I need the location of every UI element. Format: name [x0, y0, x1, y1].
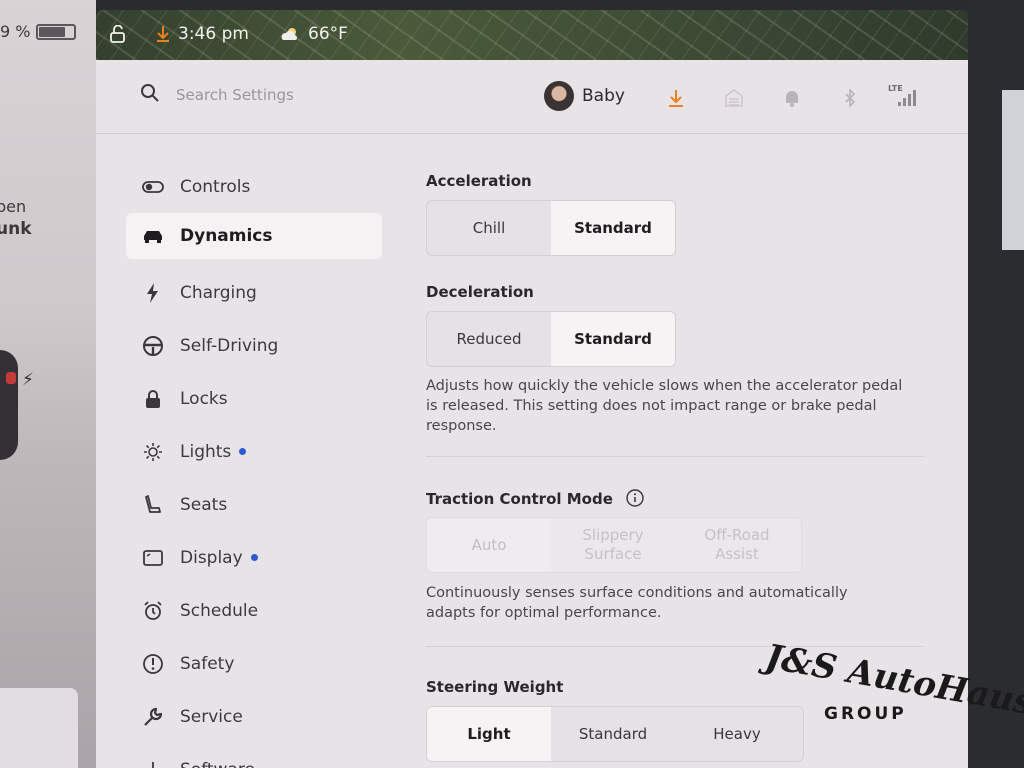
settings-header: Baby LTE	[96, 60, 968, 134]
notification-dot	[250, 554, 258, 561]
sidebar-item-label: Schedule	[180, 600, 259, 621]
search-input[interactable]	[176, 82, 416, 108]
sidebar-item-dynamics[interactable]: Dynamics	[126, 213, 382, 259]
sidebar-item-label: Display	[180, 547, 243, 568]
status-bar: 3:46 pm 66°F	[96, 10, 968, 60]
status-time-group: 3:46 pm	[156, 24, 249, 44]
sidebar-item-lights[interactable]: Lights	[126, 425, 382, 478]
sidebar-item-label: Service	[180, 706, 243, 727]
car-status-panel: 9 % pen unk ⚡︎	[0, 0, 96, 768]
deceleration-title: Deceleration	[426, 283, 534, 301]
sidebar-item-locks[interactable]: Locks	[126, 372, 382, 425]
car-image	[0, 350, 18, 460]
sidebar-item-label: Seats	[180, 494, 228, 515]
window-reflection	[1002, 90, 1024, 250]
car-icon	[144, 231, 162, 243]
alert-circle-icon	[143, 653, 163, 674]
display-icon	[143, 549, 163, 566]
sidebar-item-charging[interactable]: Charging	[126, 266, 382, 319]
sidebar-item-software[interactable]: Software	[126, 743, 382, 768]
search-icon	[141, 84, 159, 102]
weather-group[interactable]: 66°F	[280, 24, 348, 44]
sidebar-item-seats[interactable]: Seats	[126, 478, 382, 531]
sidebar-item-label: Controls	[180, 176, 251, 197]
traction-title-text: Traction Control Mode	[426, 490, 613, 508]
sidebar-item-display[interactable]: Display	[126, 531, 382, 584]
bluetooth-icon[interactable]	[840, 88, 860, 108]
traction-option-slippery: Slippery Surface	[582, 526, 644, 563]
profile-name: Baby	[582, 86, 625, 106]
acceleration-title: Acceleration	[426, 172, 532, 190]
wrench-icon	[144, 707, 163, 726]
sidebar-item-label: Safety	[180, 653, 235, 674]
traction-title: Traction Control Mode	[426, 489, 644, 508]
steering-option-light[interactable]: Light	[427, 707, 551, 761]
battery-percent: 9 %	[0, 22, 31, 41]
download-icon[interactable]	[666, 88, 686, 108]
traction-option-auto: Auto	[427, 518, 551, 572]
bell-icon[interactable]	[782, 88, 802, 108]
car-taillight	[6, 372, 16, 384]
traction-option-offroad: Off-Road Assist	[704, 526, 770, 563]
sidebar-item-self-driving[interactable]: Self-Driving	[126, 319, 382, 372]
info-icon[interactable]	[626, 489, 644, 507]
traction-description: Continuously senses surface conditions a…	[426, 585, 848, 621]
open-trunk-button[interactable]: pen unk	[0, 196, 32, 240]
sidebar-item-label: Charging	[180, 282, 257, 303]
section-divider	[426, 646, 924, 647]
temperature: 66°F	[308, 24, 348, 44]
battery-icon	[36, 23, 77, 40]
lte-label: LTE	[888, 84, 903, 93]
download-icon	[157, 26, 169, 42]
seat-icon	[145, 494, 161, 513]
download-arrow-icon	[148, 761, 158, 768]
traction-selector: Auto Slippery Surface Off-Road Assist	[426, 517, 802, 573]
deceleration-option-standard[interactable]: Standard	[551, 312, 675, 366]
sidebar-item-safety[interactable]: Safety	[126, 637, 382, 690]
deceleration-selector: Reduced Standard	[426, 311, 676, 367]
sidebar-item-controls[interactable]: Controls	[126, 160, 382, 213]
avatar	[544, 81, 574, 111]
settings-sidebar: Controls Dynamics Charging Self-Driving	[126, 160, 382, 768]
profile-button[interactable]: Baby	[544, 81, 625, 111]
unlock-icon[interactable]	[110, 25, 126, 43]
acceleration-selector: Chill Standard	[426, 200, 676, 256]
sidebar-item-label: Self-Driving	[180, 335, 279, 356]
steering-title: Steering Weight	[426, 678, 564, 696]
lock-icon	[146, 389, 160, 408]
watermark-group: GROUP	[824, 704, 907, 724]
deceleration-option-reduced[interactable]: Reduced	[427, 312, 551, 366]
media-card[interactable]	[0, 688, 78, 768]
sidebar-item-label: Dynamics	[180, 226, 273, 246]
battery-indicator: 9 %	[0, 22, 77, 41]
garage-icon[interactable]	[724, 88, 744, 108]
charge-port-icon[interactable]: ⚡︎	[22, 370, 34, 390]
section-divider	[426, 456, 924, 457]
sidebar-item-service[interactable]: Service	[126, 690, 382, 743]
sidebar-item-label: Lights	[180, 441, 232, 462]
bolt-icon	[147, 282, 158, 303]
clock-time: 3:46 pm	[178, 24, 249, 44]
steering-option-standard[interactable]: Standard	[551, 707, 675, 761]
lte-signal-icon: LTE	[886, 84, 922, 110]
toggle-icon	[142, 180, 164, 193]
notification-dot	[239, 448, 247, 455]
deceleration-description: Adjusts how quickly the vehicle slows wh…	[426, 378, 903, 434]
steering-selector: Light Standard Heavy	[426, 706, 804, 762]
sidebar-item-schedule[interactable]: Schedule	[126, 584, 382, 637]
steering-wheel-icon	[143, 335, 163, 356]
partly-cloudy-icon	[281, 28, 297, 40]
dealer-watermark-logo: J&S AutoHaus GROUP	[756, 637, 1024, 740]
sidebar-item-label: Software	[180, 760, 255, 768]
sun-icon	[144, 442, 162, 461]
trunk-label-line1: pen	[0, 197, 27, 216]
alarm-clock-icon	[144, 600, 162, 620]
acceleration-option-standard[interactable]: Standard	[551, 201, 675, 255]
trunk-label-line2: unk	[0, 219, 32, 239]
acceleration-option-chill[interactable]: Chill	[427, 201, 551, 255]
sidebar-item-label: Locks	[180, 388, 228, 409]
